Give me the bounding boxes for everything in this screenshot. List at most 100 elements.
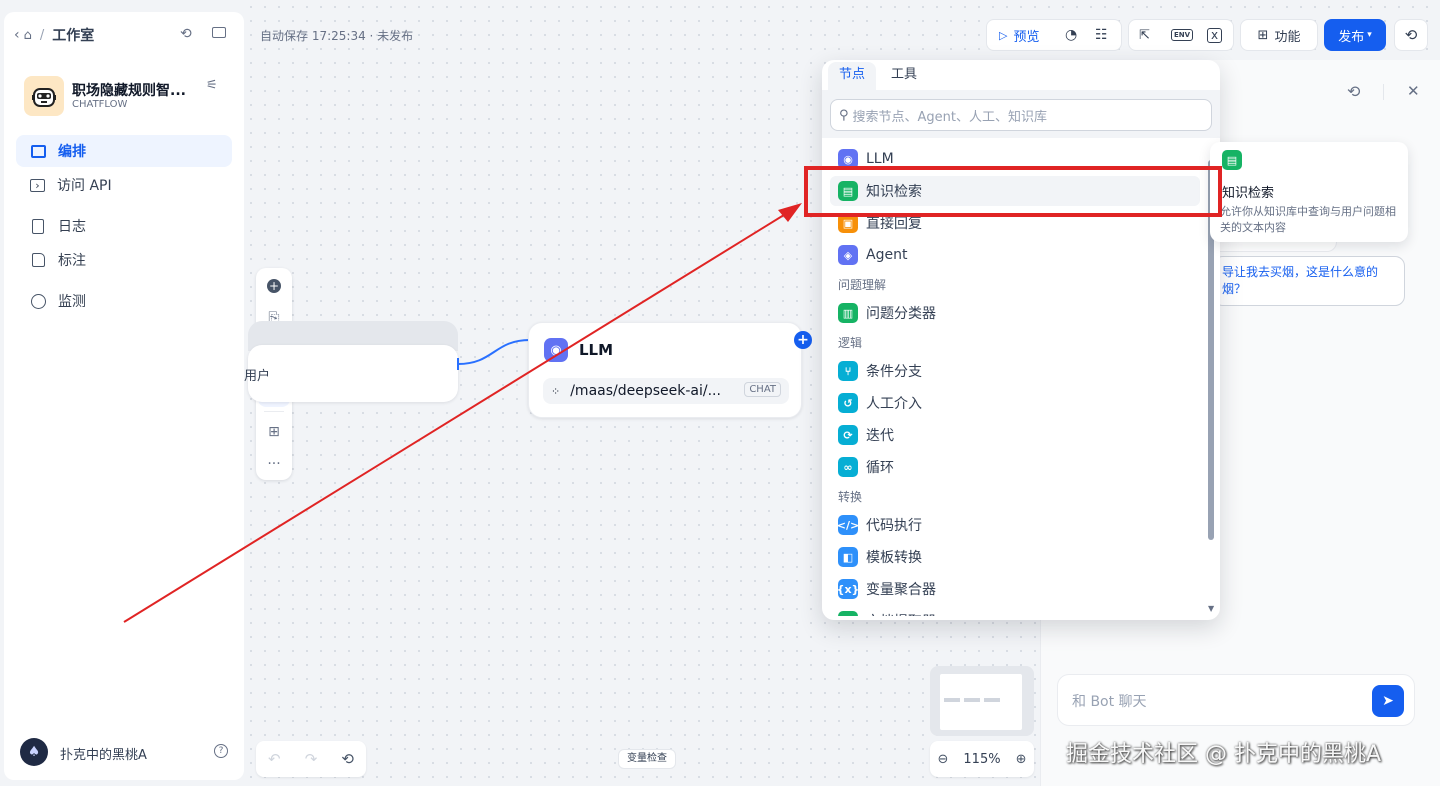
suggested-question[interactable]: 导让我去买烟，这是什么意的烟？ bbox=[1213, 256, 1405, 306]
node-item-label: Agent bbox=[866, 247, 908, 263]
user-avatar[interactable]: ♠ bbox=[20, 738, 48, 766]
tooltip-description: 允许你从知识库中查询与用户问题相关的文本内容 bbox=[1220, 205, 1396, 234]
watermark: 掘金技术社区 @ 扑克中的黑桃A bbox=[1066, 742, 1382, 767]
node-type-icon: ↺ bbox=[838, 393, 858, 413]
llm-node[interactable]: ◉ LLM ⁘ /maas/deepseek-ai/... CHAT bbox=[528, 322, 802, 418]
user-name: 扑克中的黑桃A bbox=[60, 748, 147, 763]
nav-item-monitor[interactable]: 监测 bbox=[16, 285, 232, 317]
autosave-status: 自动保存 17:25:34 · 未发布 bbox=[260, 29, 414, 43]
checklist-run-icon[interactable]: ◔ bbox=[1065, 27, 1077, 43]
layout-icon bbox=[30, 143, 46, 159]
close-icon[interactable]: ✕ bbox=[1407, 82, 1420, 100]
node-item[interactable]: ↺ 人工介入 bbox=[830, 388, 1200, 418]
send-button[interactable]: ➤ bbox=[1372, 685, 1404, 717]
refresh-icon[interactable]: ⟲ bbox=[1347, 82, 1360, 101]
nav-item-annotation[interactable]: 标注 bbox=[16, 244, 232, 276]
node-picker-dropdown: 节点 工具 ⚲ 搜索节点、Agent、人工、知识库 ◉ LLM ▤ 知识检索 ▣ 直接回复… bbox=[822, 60, 1220, 620]
variable-inspect-button[interactable]: 变量检查 bbox=[618, 749, 676, 769]
minimap[interactable] bbox=[930, 666, 1034, 736]
node-item[interactable]: ◉ LLM bbox=[830, 144, 1200, 174]
home-icon[interactable]: ⌂ bbox=[24, 28, 32, 43]
node-type-icon: ⟳ bbox=[838, 425, 858, 445]
settings-sliders-icon[interactable]: ⚟ bbox=[206, 78, 218, 93]
redo-icon[interactable]: ↷ bbox=[305, 750, 318, 768]
node-item[interactable]: ▤ 文档提取器 bbox=[830, 606, 1200, 616]
zoom-level[interactable]: 115% bbox=[963, 752, 1000, 767]
nav-label: 监测 bbox=[58, 294, 86, 310]
nav-item-orchestrate[interactable]: 编排 bbox=[16, 135, 232, 167]
features-button[interactable]: ⊞ 功能 bbox=[1240, 19, 1318, 51]
checklist-icon[interactable]: ☷ bbox=[1095, 27, 1108, 43]
nav-label: 标注 bbox=[58, 253, 86, 269]
node-item-label: 代码执行 bbox=[866, 518, 922, 534]
node-item[interactable]: {x} 变量聚合器 bbox=[830, 574, 1200, 604]
zoom-out-icon[interactable]: ⊖ bbox=[938, 752, 949, 767]
chevron-down-icon: ▾ bbox=[1367, 30, 1372, 40]
feature-toggle-icon[interactable]: ⇱ bbox=[1139, 28, 1150, 43]
app-avatar bbox=[24, 76, 64, 116]
start-node-label: 用户 bbox=[244, 369, 271, 384]
node-item[interactable]: ◈ Agent bbox=[830, 240, 1200, 270]
app-type: CHATFLOW bbox=[72, 99, 128, 110]
node-item[interactable]: ◧ 模板转换 bbox=[830, 542, 1200, 572]
organize-icon[interactable]: ⊞ bbox=[258, 416, 290, 448]
add-next-node-icon[interactable]: + bbox=[794, 331, 812, 349]
node-item[interactable]: ▥ 问题分类器 bbox=[830, 298, 1200, 328]
node-item[interactable]: ⑂ 条件分支 bbox=[830, 356, 1200, 386]
node-type-icon: ◉ bbox=[838, 149, 858, 169]
apps-icon: ⊞ bbox=[1257, 27, 1269, 43]
chat-input-box[interactable]: 和 Bot 聊天 ➤ bbox=[1057, 674, 1415, 726]
publish-button[interactable]: 发布 ▾ bbox=[1324, 19, 1386, 51]
gauge-icon bbox=[30, 293, 46, 309]
undo-icon[interactable]: ↶ bbox=[268, 750, 281, 768]
model-icon: ⁘ bbox=[551, 384, 561, 398]
terminal-icon: › bbox=[30, 178, 45, 192]
node-type-icon: </> bbox=[837, 515, 859, 535]
app-name: 职场隐藏规则智... bbox=[72, 83, 186, 99]
suggested-question-text: 导让我去买烟，这是什么意的烟？ bbox=[1222, 265, 1379, 296]
breadcrumb: ‹ ⌂ / 工作室 bbox=[14, 26, 94, 44]
knowledge-retrieval-icon: ▤ bbox=[1222, 150, 1242, 170]
chat-input[interactable]: 和 Bot 聊天 bbox=[1072, 691, 1147, 711]
zoom-in-icon[interactable]: ⊕ bbox=[1016, 752, 1027, 767]
node-item-label: 知识检索 bbox=[866, 184, 922, 200]
workspace-link[interactable]: 工作室 bbox=[52, 25, 94, 45]
play-icon: ▷ bbox=[999, 28, 1008, 42]
history-controls: ↶ ↷ ⟲ bbox=[256, 741, 366, 777]
sync-icon[interactable]: ⟲ bbox=[180, 26, 192, 42]
node-item[interactable]: ∞ 循环 bbox=[830, 452, 1200, 482]
node-item-label: LLM bbox=[866, 151, 894, 167]
nav-item-api[interactable]: › 访问 API bbox=[16, 169, 232, 201]
run-history-button[interactable]: ⟲ bbox=[1394, 19, 1428, 51]
node-type-icon: ◈ bbox=[838, 245, 858, 265]
variable-icon[interactable]: x bbox=[1207, 27, 1222, 43]
node-item[interactable]: </> 代码执行 bbox=[830, 510, 1200, 540]
version-history-icon[interactable]: ⟲ bbox=[341, 750, 354, 768]
breadcrumb-separator: / bbox=[39, 27, 45, 43]
model-selector[interactable]: ⁘ /maas/deepseek-ai/... CHAT bbox=[543, 378, 789, 404]
node-item-label: 模板转换 bbox=[866, 550, 922, 566]
features-label: 功能 bbox=[1274, 29, 1301, 45]
nav-item-logs[interactable]: 日志 bbox=[16, 210, 232, 242]
more-icon[interactable]: ··· bbox=[258, 448, 290, 480]
node-item-label: 循环 bbox=[866, 460, 894, 476]
node-group-label: 转换 bbox=[838, 490, 863, 504]
chevron-left-icon[interactable]: ‹ bbox=[14, 27, 20, 43]
preview-button[interactable]: ▷ 预览 ◔ ☷ bbox=[986, 19, 1122, 51]
zoom-control: ⊖ 115% ⊕ bbox=[930, 741, 1034, 777]
node-list: ◉ LLM ▤ 知识检索 ▣ 直接回复 ◈ Agent 问题理解 ▥ 问题分类器 逻辑 ⑂ 条件分支 ↺ 人工… bbox=[822, 60, 1220, 616]
env-button[interactable]: ENV bbox=[1171, 29, 1194, 41]
left-sidebar: ‹ ⌂ / 工作室 ⟲ 职场隐藏规则智... CHATFLOW ⚟ 编排 › 访… bbox=[4, 12, 244, 780]
node-item[interactable]: ⟳ 迭代 bbox=[830, 420, 1200, 450]
node-item-label: 变量聚合器 bbox=[866, 582, 936, 598]
scroll-down-icon[interactable]: ▼ bbox=[1208, 604, 1214, 613]
help-icon[interactable]: ? bbox=[214, 744, 228, 758]
node-item[interactable]: ▣ 直接回复 bbox=[830, 208, 1200, 238]
node-item[interactable]: ▤ 知识检索 bbox=[830, 176, 1200, 206]
collapse-sidebar-icon[interactable] bbox=[212, 27, 226, 38]
panel-divider bbox=[1383, 84, 1384, 100]
start-node[interactable]: 用户 bbox=[244, 345, 458, 402]
llm-node-title: LLM bbox=[579, 341, 614, 359]
node-type-icon: ▣ bbox=[838, 213, 858, 233]
add-node-icon[interactable]: + bbox=[258, 270, 290, 302]
